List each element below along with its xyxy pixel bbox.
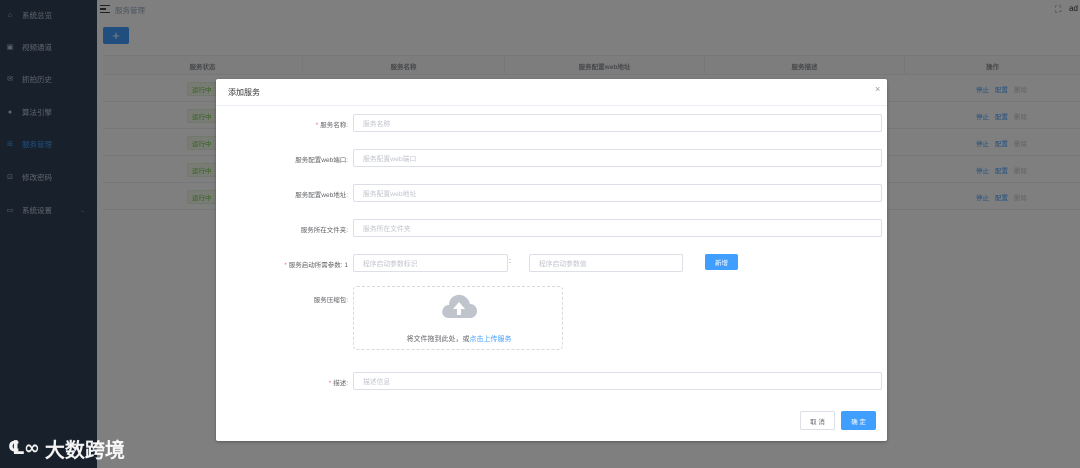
- service-name-input[interactable]: 服务名称: [353, 114, 882, 132]
- add-service-dialog: 添加服务 × * 服务名称: 服务名称 服务配置web端口: 服务配置web端口 …: [216, 79, 887, 441]
- folder-label: 服务所在文件夹:: [300, 227, 348, 234]
- upload-hint: 将文件拖到此处，或点击上传服务: [406, 336, 512, 343]
- watermark-logo: ℄∞ 大数跨境: [8, 433, 125, 463]
- dialog-divider: [216, 105, 887, 106]
- package-label: 服务压缩包:: [313, 297, 348, 304]
- params-label: * 服务启动所需参数: 1: [284, 262, 348, 269]
- web-port-label: 服务配置web端口:: [295, 157, 348, 164]
- name-label: * 服务名称:: [315, 122, 348, 129]
- cancel-button[interactable]: 取 消: [800, 411, 835, 430]
- param-colon: :: [509, 258, 511, 265]
- description-input[interactable]: 描述信息: [353, 372, 882, 390]
- param-value-input[interactable]: 程序启动参数值: [529, 254, 683, 272]
- cloud-upload-icon: [442, 294, 477, 318]
- watermark-text: 大数跨境: [44, 439, 125, 462]
- watermark-icon: ℄∞: [8, 437, 40, 459]
- folder-input[interactable]: 服务所在文件夹: [353, 219, 882, 237]
- dialog-title: 添加服务: [228, 88, 260, 97]
- upload-link[interactable]: 点击上传服务: [470, 336, 512, 343]
- param-key-input[interactable]: 程序启动参数标识: [353, 254, 508, 272]
- description-label: * 描述:: [328, 380, 348, 387]
- web-port-input[interactable]: 服务配置web端口: [353, 149, 882, 167]
- add-param-button[interactable]: 新增: [705, 254, 738, 270]
- close-icon[interactable]: ×: [875, 84, 880, 94]
- confirm-button[interactable]: 确 定: [841, 411, 876, 430]
- upload-dropzone[interactable]: 将文件拖到此处，或点击上传服务: [353, 286, 563, 350]
- web-address-label: 服务配置web地址:: [295, 192, 348, 199]
- web-address-input[interactable]: 服务配置web地址: [353, 184, 882, 202]
